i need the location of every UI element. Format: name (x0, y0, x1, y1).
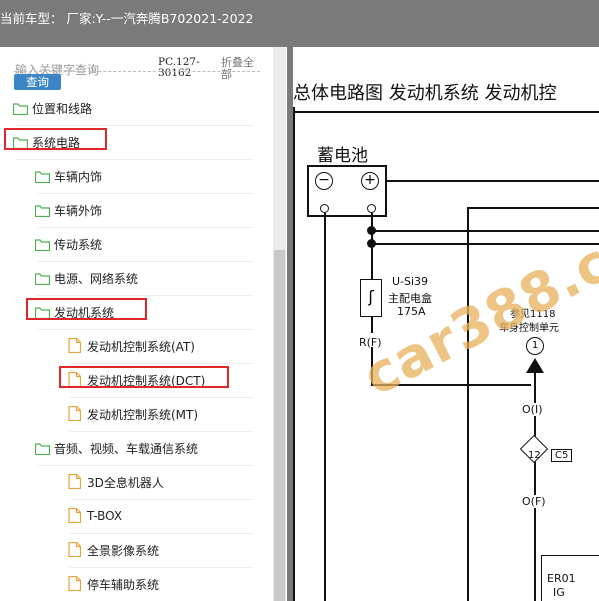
battery-negative-sign: − (318, 172, 330, 188)
tree-item-separator (37, 295, 254, 296)
document-icon (68, 338, 82, 354)
module-subtext: IG (553, 586, 565, 599)
folder-icon (35, 204, 50, 217)
wire-top-right (387, 180, 599, 182)
diagram-border-left (293, 107, 295, 601)
battery-positive-sign: + (364, 172, 376, 188)
tree-item-label: 位置和线路 (32, 101, 93, 116)
pc-code-label: PC.127-30162 (158, 56, 200, 79)
wire-vertical-right (467, 207, 469, 601)
fuse-id: U-Si39 (392, 275, 429, 288)
tree-item-separator (37, 261, 254, 262)
tree-item[interactable]: 电源、网络系统 (35, 267, 138, 289)
tree-item-separator (70, 533, 254, 534)
document-icon (68, 508, 82, 524)
wire-cross (467, 207, 599, 209)
window-title: 当前车型： 厂家:Y--一汽奔腾B702021-2022 (0, 11, 254, 26)
tree-item-separator (70, 431, 254, 432)
diagram-viewer: 总体电路图 发动机系统 发动机控 蓄电池 − + ʃ U-Si39 主配电盒 1… (293, 47, 599, 601)
ref-pin-circle: 1 (526, 337, 544, 355)
tree-item-separator (70, 397, 254, 398)
document-icon (68, 406, 82, 422)
tree-item-separator (15, 159, 254, 160)
wire-label-of: O(F) (522, 495, 546, 508)
tree-item-separator (70, 363, 254, 364)
diagram-title: 总体电路图 发动机系统 发动机控 (293, 83, 557, 104)
module-id: ER01 (547, 572, 576, 585)
tree-item-label: T-BOX (87, 509, 123, 523)
tree-item-label: 传动系统 (54, 237, 103, 252)
tree-item-separator (37, 193, 254, 194)
sidebar-tree-panel: 输入关键字查询 查询 PC.127-30162 折叠全部 位置和线路 系统电路 车辆… (0, 47, 287, 601)
document-icon (68, 542, 82, 558)
highlight-box (26, 298, 147, 320)
battery-negative-terminal: − (315, 172, 333, 190)
tree-item-separator (37, 227, 254, 228)
battery-positive-terminal: + (361, 172, 379, 190)
tree-item-separator (70, 499, 254, 500)
junction-dot-1 (367, 226, 376, 235)
document-icon (68, 576, 82, 592)
connector-id: C5 (551, 449, 573, 462)
tree-item-label: 停车辅助系统 (87, 577, 160, 592)
tree-item-separator (15, 125, 254, 126)
tree-item-label: 全景影像系统 (87, 543, 160, 558)
diagram-border-top (293, 111, 599, 113)
tree-item[interactable]: 传动系统 (35, 233, 102, 255)
sidebar-scroll-thumb[interactable] (274, 250, 285, 601)
highlight-box (59, 366, 229, 388)
tree-item-label: 发动机控制系统(AT) (87, 339, 195, 354)
tree-item[interactable]: 发动机控制系统(MT) (68, 403, 198, 425)
tree-item-label: 电源、网络系统 (54, 271, 139, 286)
tree-item-label: 车辆外饰 (54, 203, 103, 218)
tree-item[interactable]: 停车辅助系统 (68, 573, 159, 595)
battery-label: 蓄电池 (317, 146, 368, 166)
collapse-all-button[interactable]: 折叠全部 (221, 57, 261, 81)
document-icon (68, 474, 82, 490)
fuse-symbol: ʃ (360, 279, 382, 317)
folder-icon (35, 442, 50, 455)
folder-icon (13, 102, 28, 115)
tree-item[interactable]: T-BOX (68, 505, 122, 527)
tree-item-label: 车辆内饰 (54, 169, 103, 184)
wire-negative (324, 213, 326, 601)
tree-item[interactable]: 发动机控制系统(AT) (68, 335, 195, 357)
wire-branch-1 (371, 230, 599, 232)
highlight-box (4, 128, 107, 150)
junction-dot-2 (367, 239, 376, 248)
search-divider (14, 71, 260, 72)
folder-icon (35, 238, 50, 251)
ref-arrow (526, 358, 544, 373)
tree-item-separator (37, 329, 254, 330)
search-button[interactable]: 查询 (14, 74, 61, 90)
tree-item-label: 音频、视频、车载通信系统 (54, 441, 199, 456)
battery-post-left (320, 204, 329, 213)
folder-icon (35, 170, 50, 183)
title-bar: 当前车型： 厂家:Y--一汽奔腾B702021-2022 (0, 0, 599, 47)
battery-post-right (367, 204, 376, 213)
tree-item-label: 3D全息机器人 (87, 475, 164, 490)
tree-item[interactable]: 车辆内饰 (35, 165, 102, 187)
tree-item[interactable]: 音频、视频、车载通信系统 (35, 437, 198, 459)
tree-item-separator (70, 567, 254, 568)
tree-item[interactable]: 3D全息机器人 (68, 471, 164, 493)
ref-pin-number: 1 (531, 340, 539, 351)
tree-item[interactable]: 车辆外饰 (35, 199, 102, 221)
wire-label-oi: O(I) (522, 403, 543, 416)
tree-item-separator (37, 465, 254, 466)
folder-icon (35, 272, 50, 285)
fuse-box: 主配电盒 (388, 292, 432, 305)
connector-pin: 12 (528, 450, 541, 461)
tree-item-label: 发动机控制系统(MT) (87, 407, 199, 422)
tree-item[interactable]: 全景影像系统 (68, 539, 159, 561)
tree-item[interactable]: 位置和线路 (13, 97, 92, 119)
